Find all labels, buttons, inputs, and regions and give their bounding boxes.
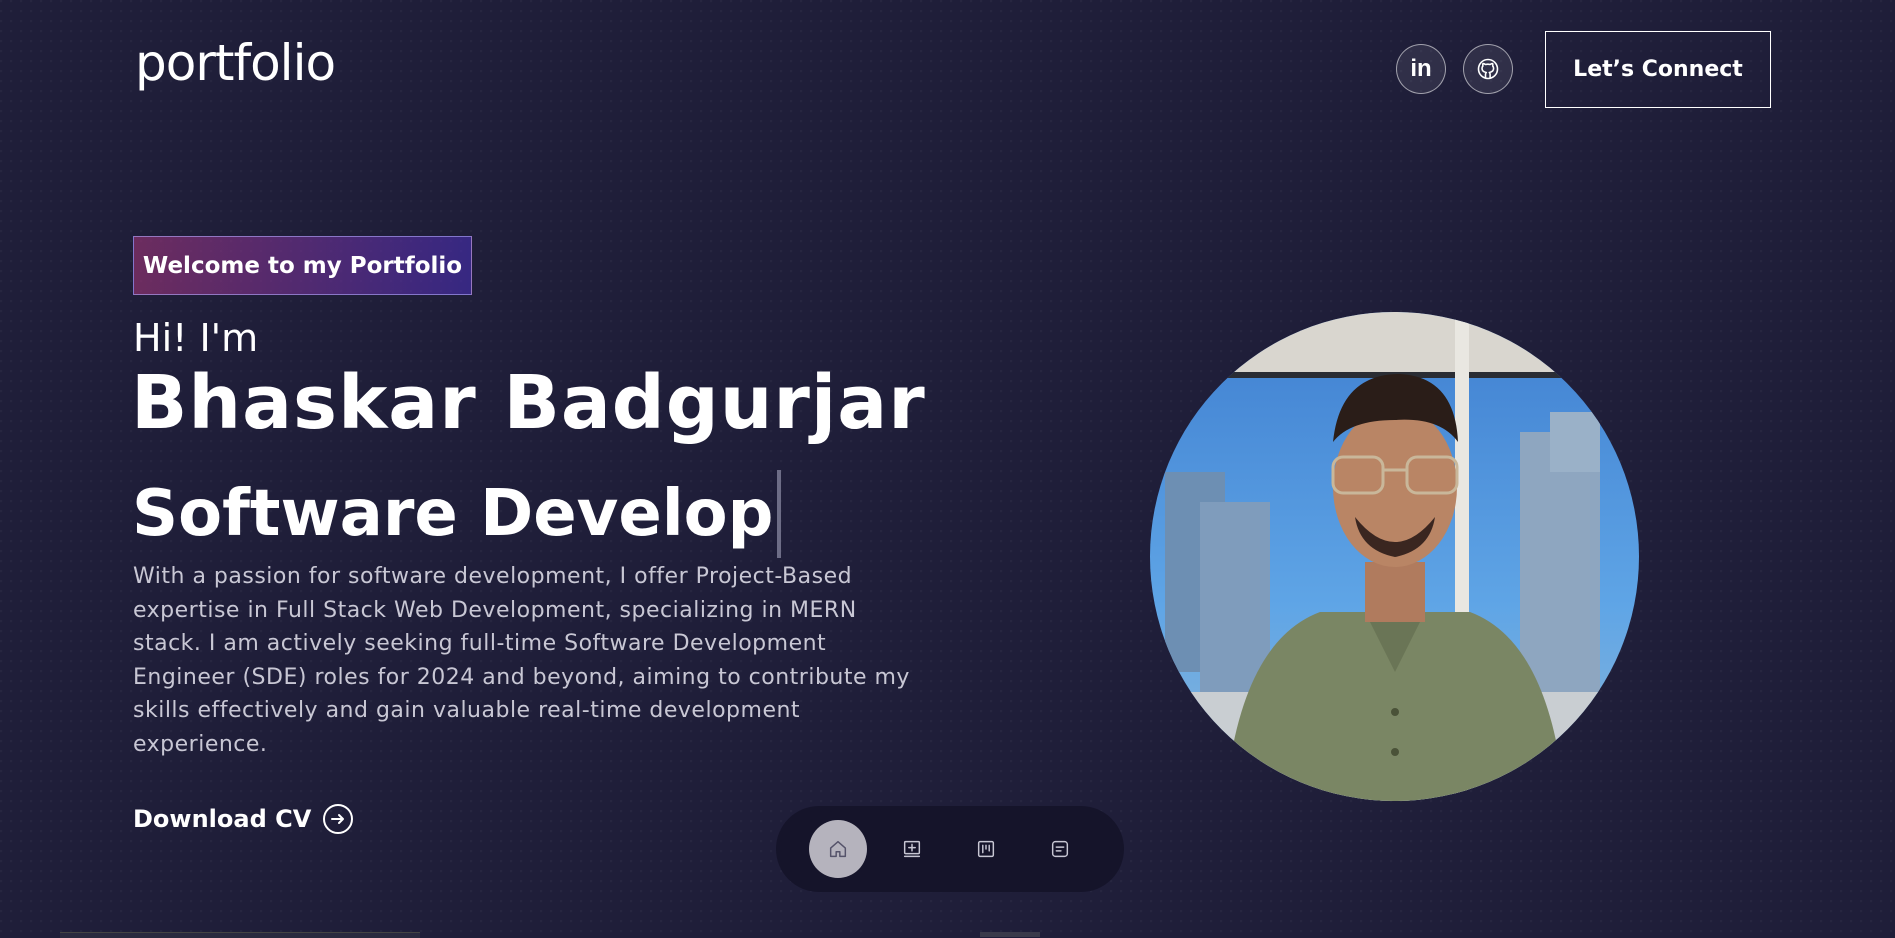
hero-role: Software Develop xyxy=(132,470,782,558)
dock-notes[interactable] xyxy=(1031,820,1089,878)
notes-icon xyxy=(1051,840,1069,858)
download-cv-button[interactable]: Download CV xyxy=(133,804,354,834)
typing-cursor xyxy=(777,470,782,558)
hero-name: Bhaskar Badgurjar xyxy=(131,360,926,446)
greeting: Hi! I'm xyxy=(133,316,259,360)
hero-description: With a passion for software development,… xyxy=(133,564,910,757)
dock-add[interactable] xyxy=(883,820,941,878)
arrow-right-icon xyxy=(323,804,354,834)
bottom-edge-element xyxy=(980,932,1040,937)
lets-connect-button[interactable]: Let’s Connect xyxy=(1545,31,1771,108)
dock-projects[interactable] xyxy=(957,820,1015,878)
add-book-icon xyxy=(903,840,921,858)
linkedin-button[interactable]: in xyxy=(1396,44,1446,94)
download-cv-label: Download CV xyxy=(133,805,312,833)
bottom-dock xyxy=(776,806,1124,892)
home-icon xyxy=(829,840,847,858)
bottom-edge-element xyxy=(60,932,420,938)
role-text: Software Develop xyxy=(132,477,774,551)
linkedin-icon: in xyxy=(1410,55,1432,82)
github-button[interactable] xyxy=(1463,44,1513,94)
profile-photo xyxy=(1150,312,1639,801)
dock-home[interactable] xyxy=(809,820,867,878)
projects-icon xyxy=(977,840,995,858)
logo[interactable]: portfolio xyxy=(135,34,336,92)
github-icon xyxy=(1477,58,1499,80)
welcome-badge: Welcome to my Portfolio xyxy=(133,236,472,295)
